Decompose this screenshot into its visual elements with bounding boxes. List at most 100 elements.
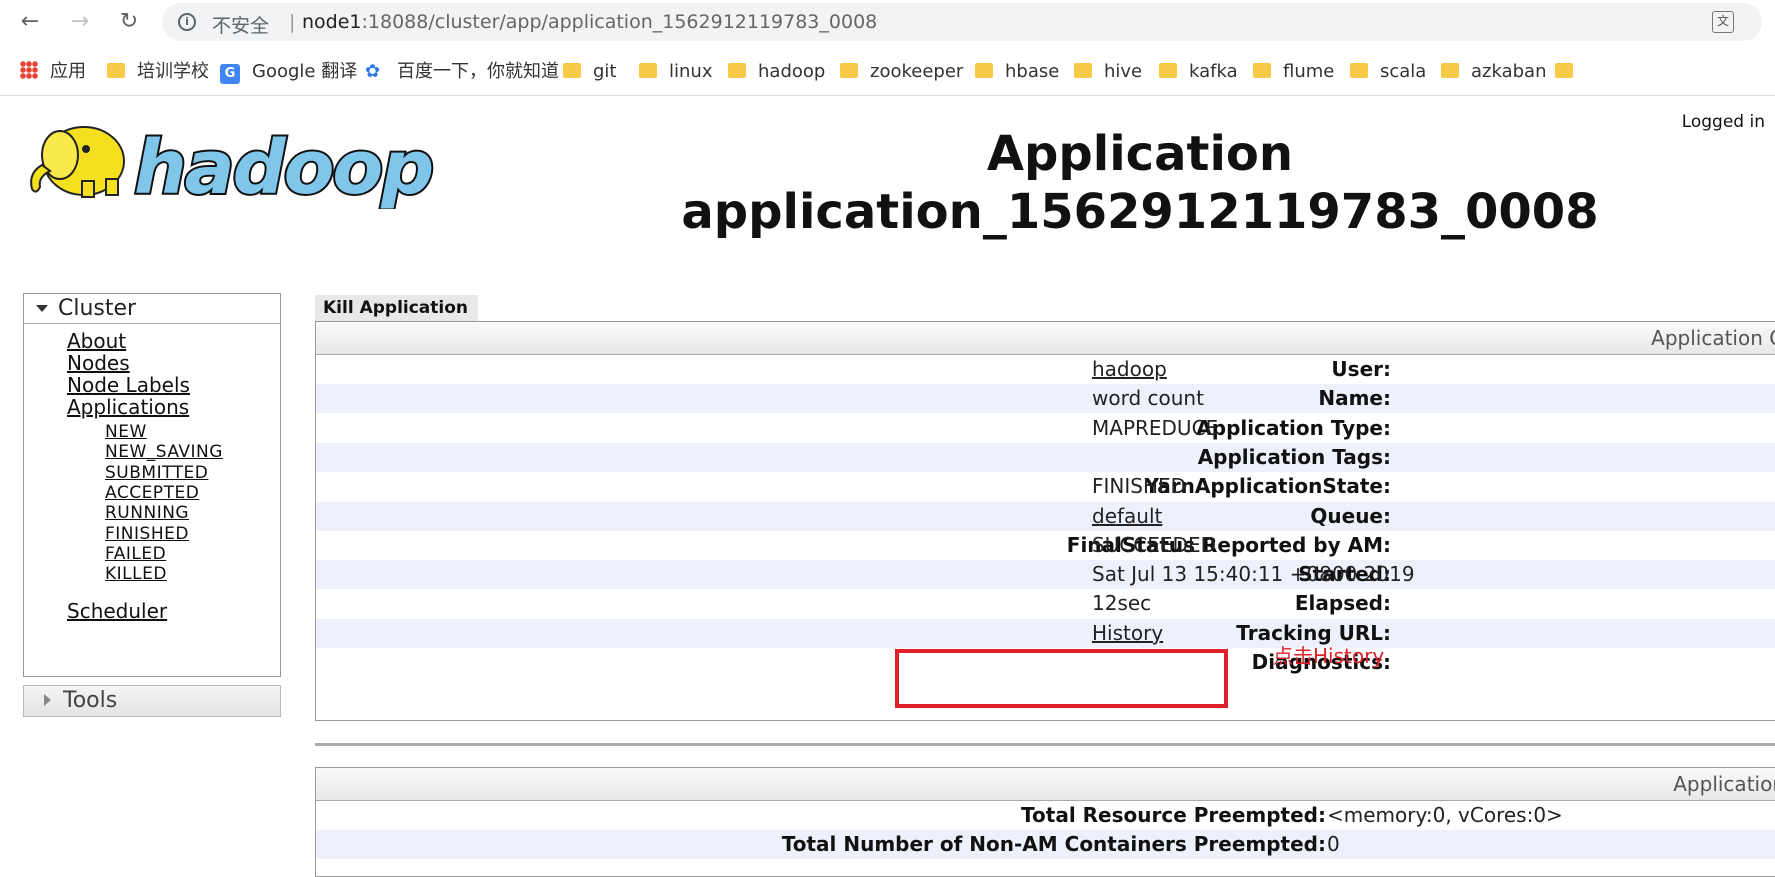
folder-icon — [975, 63, 993, 78]
row-value: MAPREDUCE — [1092, 415, 1219, 440]
apps-grid-icon — [20, 61, 38, 79]
kill-application-button[interactable]: Kill Application — [315, 295, 478, 321]
row-value-link[interactable]: History — [1092, 619, 1163, 648]
overview-row: Queue: default — [316, 501, 1775, 531]
row-value: SUCCEEDED — [1092, 532, 1216, 557]
nav-state-accepted[interactable]: ACCEPTED — [105, 483, 199, 503]
url-host: node1 — [302, 11, 362, 33]
address-bar[interactable]: i 不安全 | node1:18088/cluster/app/applicat… — [162, 3, 1762, 41]
overview-row: Elapsed: 12sec — [316, 589, 1775, 618]
row-key: Total Number of Non-AM Containers Preemp… — [781, 832, 1326, 856]
folder-icon — [840, 63, 858, 78]
logged-in-label: Logged in — [1681, 112, 1765, 132]
metrics-header: Application — [316, 768, 1775, 801]
bookmark-item[interactable]: ✿ 百度一下，你就知道 — [365, 60, 559, 84]
cluster-header[interactable]: Cluster — [24, 294, 280, 324]
bookmark-label: scala — [1380, 61, 1427, 82]
nav-applications[interactable]: Applications — [67, 395, 189, 419]
row-key: Queue: — [1310, 503, 1391, 528]
bookmark-item[interactable]: 培训学校 — [107, 60, 209, 84]
row-value-link[interactable]: default — [1092, 502, 1162, 531]
row-value: 0 — [1327, 832, 1340, 856]
folder-icon — [1159, 63, 1177, 78]
bookmark-item[interactable]: G Google 翻译 — [220, 60, 357, 84]
row-key: Name: — [1318, 386, 1391, 411]
bookmarks-bar: 应用 培训学校 G Google 翻译 ✿ 百度一下，你就知道 git linux … — [0, 50, 1775, 96]
nav-state-finished[interactable]: FINISHED — [105, 524, 189, 544]
overview-row: FinalStatus Reported by AM: SUCCEEDED — [316, 531, 1775, 560]
cluster-nav: Cluster About Nodes Node Labels Applicat… — [23, 293, 281, 677]
section-divider — [315, 743, 1775, 746]
back-icon[interactable]: ← — [16, 8, 44, 36]
reload-icon[interactable]: ↻ — [115, 8, 143, 36]
browser-toolbar: ← → ↻ i 不安全 | node1:18088/cluster/app/ap… — [0, 0, 1775, 44]
nav-state-failed[interactable]: FAILED — [105, 544, 166, 564]
bookmark-item[interactable]: hadoop — [728, 60, 825, 84]
nav-state-submitted[interactable]: SUBMITTED — [105, 463, 208, 483]
bookmark-item[interactable]: git — [563, 60, 616, 84]
bookmark-item[interactable]: zookeeper — [840, 60, 963, 84]
folder-icon — [639, 63, 657, 78]
bookmark-item[interactable]: hbase — [975, 60, 1059, 84]
bookmark-label: azkaban — [1471, 61, 1547, 82]
nav-state-new-saving[interactable]: NEW_SAVING — [105, 442, 223, 462]
url-text[interactable]: node1:18088/cluster/app/application_1562… — [302, 11, 877, 33]
bookmark-label: git — [593, 61, 617, 82]
bookmark-item[interactable]: kafka — [1159, 60, 1238, 84]
folder-icon — [1074, 63, 1092, 78]
tools-nav[interactable]: Tools — [23, 685, 281, 717]
metrics-row: Total Resource Preempted: <memory:0, vCor… — [316, 801, 1775, 830]
bookmark-item[interactable] — [1555, 60, 1585, 84]
nav-nodes[interactable]: Nodes — [67, 351, 130, 375]
bookmark-label: hadoop — [758, 61, 826, 82]
row-value: 12sec — [1092, 591, 1152, 616]
translate-icon[interactable]: 文 — [1712, 11, 1734, 33]
bookmark-item[interactable]: hive — [1074, 60, 1142, 84]
nav-scheduler[interactable]: Scheduler — [67, 599, 167, 623]
row-value-link[interactable]: hadoop — [1092, 355, 1167, 384]
bookmark-label: hive — [1104, 61, 1143, 82]
elephant-icon — [30, 126, 125, 198]
bookmark-item[interactable]: linux — [639, 60, 712, 84]
bookmark-item[interactable]: flume — [1253, 60, 1334, 84]
row-value: FINISHED — [1092, 474, 1187, 499]
overview-row: Tracking URL: History — [316, 618, 1775, 648]
bookmark-label: linux — [669, 61, 713, 82]
metrics-row: Total Number of Non-AM Containers Preemp… — [316, 830, 1775, 859]
bookmark-label: hbase — [1005, 61, 1060, 82]
bookmark-item[interactable]: scala — [1350, 60, 1426, 84]
folder-icon — [1350, 63, 1368, 78]
nav-state-running[interactable]: RUNNING — [105, 503, 189, 523]
row-key: FinalStatus Reported by AM: — [1066, 532, 1391, 557]
forward-icon[interactable]: → — [66, 8, 94, 36]
nav-state-killed[interactable]: KILLED — [105, 564, 167, 584]
folder-icon — [1555, 63, 1573, 78]
nav-about[interactable]: About — [67, 329, 126, 353]
tracking-url-highlight-box — [895, 649, 1228, 708]
row-key: User: — [1331, 357, 1391, 381]
overview-row: Application Type: MAPREDUCE — [316, 414, 1775, 443]
overview-row: User: hadoop — [316, 355, 1775, 384]
folder-icon — [107, 63, 125, 78]
annotation-text: 点击History — [1273, 644, 1385, 668]
row-value: Sat Jul 13 15:40:11 +0800 2019 — [1092, 562, 1415, 587]
bookmark-label: 培训学校 — [137, 61, 209, 82]
bookmark-label: flume — [1283, 61, 1335, 82]
row-key: Application Tags: — [1197, 444, 1391, 469]
overview-row: YarnApplicationState: FINISHED — [316, 472, 1775, 501]
info-icon[interactable]: i — [178, 13, 196, 31]
bookmark-apps[interactable]: 应用 — [20, 60, 86, 84]
bookmark-label: kafka — [1189, 61, 1238, 82]
cluster-label: Cluster — [58, 296, 137, 321]
row-value: <memory:0, vCores:0> — [1327, 803, 1563, 827]
bookmark-item[interactable]: azkaban — [1441, 60, 1546, 84]
hadoop-logo[interactable]: hadoop — [24, 109, 474, 209]
page-title: Application application_1562912119783_00… — [640, 125, 1640, 241]
row-value: word count — [1092, 386, 1204, 411]
nav-state-new[interactable]: NEW — [105, 422, 147, 442]
page-content: hadoop Logged in Application application… — [0, 97, 1775, 877]
overview-row: Name: word count — [316, 384, 1775, 414]
nav-node-labels[interactable]: Node Labels — [67, 373, 190, 397]
row-key: YarnApplicationState: — [1144, 474, 1391, 499]
bookmark-label: zookeeper — [870, 61, 964, 82]
